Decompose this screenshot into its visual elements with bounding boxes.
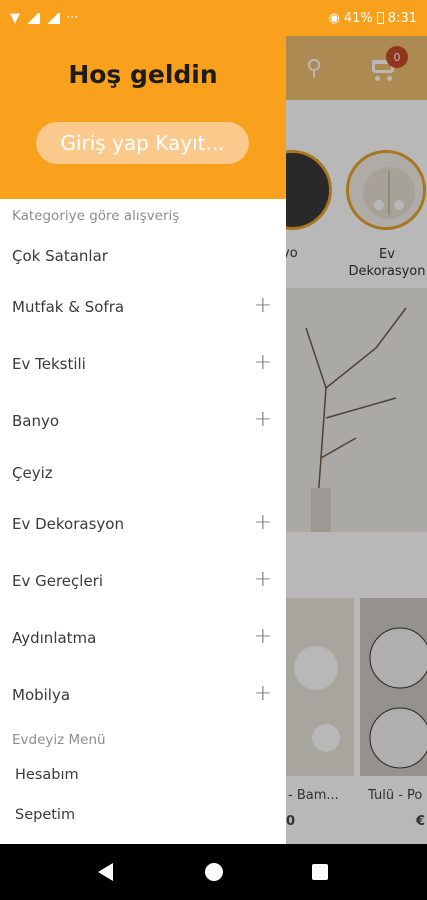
menu-item-mutfak-sofra[interactable]: Mutfak & Sofra + — [0, 287, 286, 327]
status-bar: ▼ ··· ◉ 41% 8:31 — [0, 0, 427, 36]
section-title-menu: Evdeyiz Menü — [12, 732, 106, 748]
system-nav-bar — [0, 844, 427, 900]
expand-icon[interactable]: + — [254, 407, 272, 432]
menu-item-ev-tekstili[interactable]: Ev Tekstili + — [0, 344, 286, 384]
signal-icon — [26, 12, 40, 24]
navigation-drawer: Hoş geldin Giriş yap Kayıt... Kategoriye… — [0, 36, 286, 844]
status-right: ◉ 41% 8:31 — [329, 11, 417, 26]
menu-item-ev-gerecleri[interactable]: Ev Gereçleri + — [0, 561, 286, 601]
menu-item-sepetim[interactable]: Sepetim — [15, 807, 75, 823]
menu-item-label: Ev Gereçleri — [12, 572, 104, 590]
menu-item-label: Mutfak & Sofra — [12, 298, 125, 316]
menu-item-label: Aydınlatma — [12, 629, 97, 647]
drawer-header: Hoş geldin Giriş yap Kayıt... — [0, 36, 286, 199]
menu-item-label: Çeyiz — [12, 464, 53, 482]
menu-item-ceyiz[interactable]: Çeyiz — [0, 453, 286, 493]
menu-item-cok-satanlar[interactable]: Çok Satanlar — [0, 236, 286, 276]
menu-item-label: Banyo — [12, 412, 60, 430]
menu-item-aydinlatma[interactable]: Aydınlatma + — [0, 618, 286, 658]
wifi-icon: ▼ — [10, 10, 20, 26]
menu-item-ev-dekorasyon[interactable]: Ev Dekorasyon + — [0, 504, 286, 544]
clock: 8:31 — [387, 10, 417, 26]
section-title-categories: Kategoriye göre alışveriş — [12, 208, 180, 224]
menu-item-hesabim[interactable]: Hesabım — [15, 767, 79, 783]
menu-item-banyo[interactable]: Banyo + — [0, 401, 286, 441]
login-register-button[interactable]: Giriş yap Kayıt... — [36, 122, 249, 164]
menu-item-label: Ev Tekstili — [12, 355, 86, 373]
screen: ▼ ··· ◉ 41% 8:31 ⚲ 0 yo Ev Dekorasyon - … — [0, 0, 427, 900]
expand-icon[interactable]: + — [254, 624, 272, 649]
expand-icon[interactable]: + — [254, 293, 272, 318]
expand-icon[interactable]: + — [254, 510, 272, 535]
status-left: ▼ ··· — [10, 11, 78, 26]
expand-icon[interactable]: + — [254, 681, 272, 706]
back-icon[interactable] — [98, 863, 113, 881]
recents-icon[interactable] — [312, 864, 328, 880]
battery-icon — [376, 12, 384, 24]
expand-icon[interactable]: + — [254, 350, 272, 375]
menu-item-label: Mobilya — [12, 686, 71, 704]
menu-item-label: Çok Satanlar — [12, 247, 108, 265]
menu-item-label: Ev Dekorasyon — [12, 515, 124, 533]
home-icon[interactable] — [205, 863, 223, 881]
battery-text: 41% — [343, 10, 373, 26]
menu-item-mobilya[interactable]: Mobilya + — [0, 675, 286, 715]
signal-icon-2 — [46, 12, 60, 24]
vibrate-icon: ◉ — [328, 10, 340, 26]
expand-icon[interactable]: + — [254, 567, 272, 592]
notification-dots: ··· — [66, 10, 79, 26]
welcome-title: Hoş geldin — [68, 60, 218, 89]
